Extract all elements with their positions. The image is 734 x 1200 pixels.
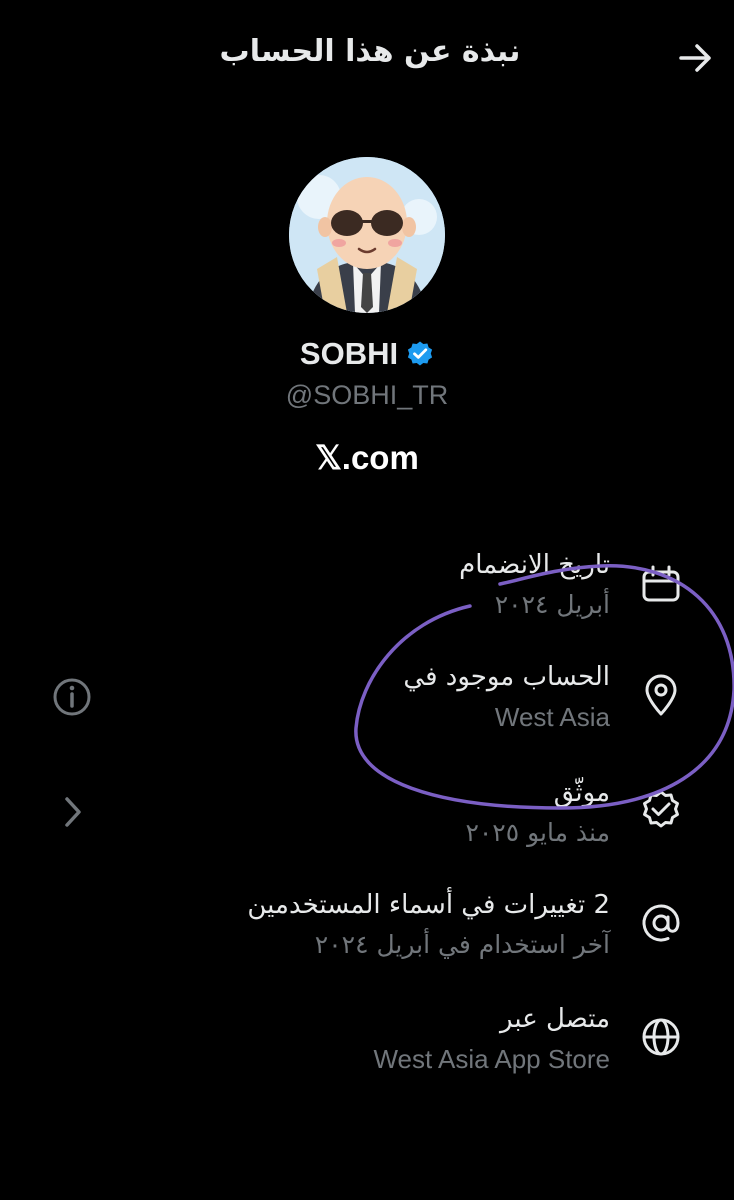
username-changes-label: 2 تغييرات في أسماء المستخدمين	[247, 890, 610, 920]
join-date-value: أبريل ٢٠٢٤	[494, 590, 610, 619]
username-changes-row: 2 تغييرات في أسماء المستخدمين آخر استخدا…	[0, 890, 734, 1000]
account-location-label: الحساب موجود في	[403, 662, 610, 692]
info-icon	[53, 678, 91, 716]
join-date-label: تاريخ الانضمام	[459, 550, 610, 580]
arrow-right-icon	[679, 44, 711, 72]
avatar-illustration	[289, 157, 445, 313]
profile-name-row: SOBHI	[0, 336, 734, 372]
username-changes-value: آخر استخدام في أبريل ٢٠٢٤	[314, 930, 610, 959]
globe-icon	[642, 1018, 680, 1056]
at-sign-icon	[642, 904, 680, 942]
verified-label: موثّق	[553, 778, 610, 808]
connected-via-row: متصل عبر West Asia App Store	[0, 1004, 734, 1114]
avatar[interactable]	[289, 157, 445, 313]
chevron-button[interactable]	[58, 792, 88, 832]
page-title: نبذة عن هذا الحساب	[219, 34, 521, 69]
join-date-row: تاريخ الانضمام أبريل ٢٠٢٤	[0, 550, 734, 660]
calendar-icon	[642, 565, 680, 602]
verified-badge-icon	[407, 341, 433, 366]
account-location-row: الحساب موجود في West Asia	[0, 662, 734, 772]
handle-text: @SOBHI_TR	[285, 380, 449, 410]
verified-row: موثّق منذ مايو ٢٠٢٥	[0, 778, 734, 888]
connected-via-label: متصل عبر	[500, 1004, 610, 1034]
verified-outline-icon	[643, 790, 679, 828]
verified-value: منذ مايو ٢٠٢٥	[465, 818, 610, 847]
account-location-value: West Asia	[494, 702, 610, 732]
x-com-link[interactable]: 𝕏.com	[0, 438, 734, 477]
connected-via-value: West Asia App Store	[373, 1044, 610, 1074]
back-button[interactable]	[676, 38, 716, 78]
chevron-right-icon	[65, 797, 81, 827]
location-pin-icon	[645, 674, 677, 716]
name-text: SOBHI	[299, 336, 399, 371]
info-button[interactable]	[50, 675, 94, 719]
